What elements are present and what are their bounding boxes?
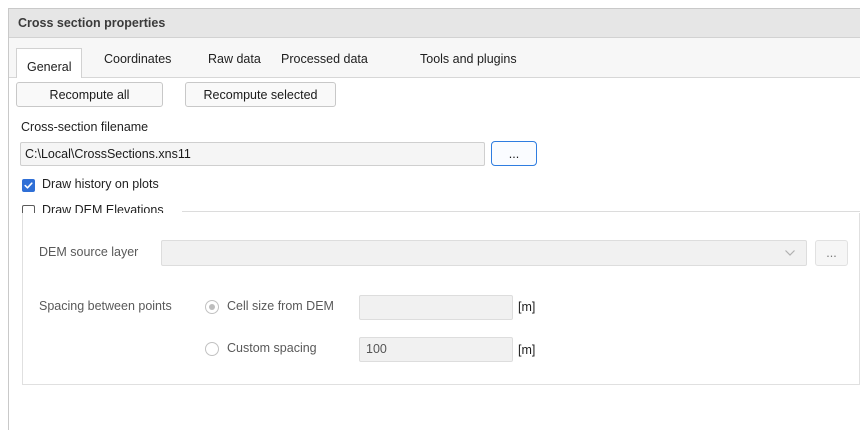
general-tab-content: Recompute all Recompute selected Cross-s… <box>9 78 860 431</box>
dem-source-label: DEM source layer <box>39 245 139 259</box>
custom-spacing-unit: [m] <box>518 343 536 357</box>
cell-size-unit: [m] <box>518 300 536 314</box>
cell-size-input[interactable] <box>359 295 513 320</box>
recompute-all-button[interactable]: Recompute all <box>16 82 163 107</box>
checkmark-icon <box>24 182 33 189</box>
spacing-label: Spacing between points <box>39 299 172 313</box>
panel-title-bar: Cross section properties <box>9 9 860 38</box>
tab-tools-and-plugins[interactable]: Tools and plugins <box>420 50 517 78</box>
tab-processed-data[interactable]: Processed data <box>281 50 368 78</box>
tab-general[interactable]: General <box>16 48 83 79</box>
custom-spacing-input[interactable]: 100 <box>359 337 513 362</box>
filename-label: Cross-section filename <box>21 120 149 134</box>
cell-size-radio[interactable] <box>205 300 219 314</box>
dem-source-select[interactable] <box>161 240 807 266</box>
tab-raw-data[interactable]: Raw data <box>208 50 261 78</box>
draw-history-checkbox[interactable] <box>22 179 35 192</box>
cell-size-label: Cell size from DEM <box>227 299 334 313</box>
tab-coordinates[interactable]: Coordinates <box>104 50 171 78</box>
filename-browse-button[interactable]: ... <box>491 141 537 166</box>
dem-source-browse-button[interactable]: ... <box>815 240 848 266</box>
panel-title: Cross section properties <box>18 16 166 30</box>
dem-group-divider <box>182 211 860 212</box>
radio-selected-dot <box>209 304 215 310</box>
tab-strip: General Coordinates Raw data Processed d… <box>9 38 860 79</box>
custom-spacing-label: Custom spacing <box>227 341 317 355</box>
chevron-down-icon <box>785 250 795 256</box>
filename-input[interactable]: C:\Local\CrossSections.xns11 <box>20 142 485 166</box>
custom-spacing-radio[interactable] <box>205 342 219 356</box>
draw-history-label: Draw history on plots <box>42 177 159 191</box>
recompute-selected-button[interactable]: Recompute selected <box>185 82 336 107</box>
cross-section-properties-panel: Cross section properties General Coordin… <box>8 8 860 431</box>
